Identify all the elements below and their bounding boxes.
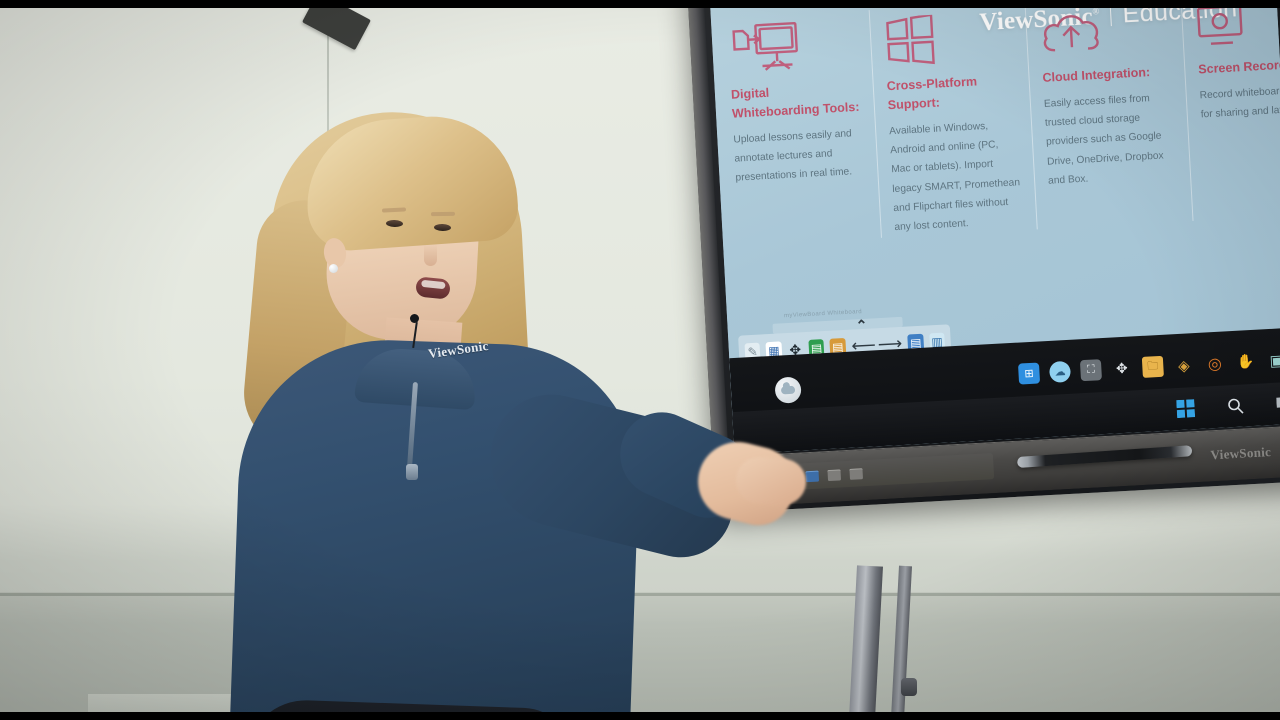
letterbox-bottom (0, 712, 1280, 720)
windows-tile-icon[interactable]: ⊞ (1017, 362, 1041, 385)
windows-logo-icon (883, 3, 1014, 68)
presenter: ViewSonic (188, 92, 808, 720)
whiteboard-hint-label: myViewBoard Whiteboard (783, 308, 863, 320)
move-cursor-icon[interactable]: ✥ (1111, 357, 1133, 379)
bezel-brand-logo: ViewSonic (1210, 444, 1272, 463)
column-heading: Screen Recording: (1197, 56, 1280, 77)
usb-port[interactable] (805, 470, 820, 482)
column-body: Record whiteboard sessions for sharing a… (1199, 83, 1280, 121)
badge-icon[interactable]: ◈ (1173, 354, 1195, 376)
folder-icon[interactable]: 🗀 (1141, 355, 1164, 378)
presentation-slide: ViewSonic® Education Digital Whiteboardi… (708, 0, 1280, 455)
eye-right (433, 223, 452, 232)
eyebrow-right (430, 211, 456, 217)
stylus-pen[interactable] (1016, 445, 1193, 469)
upload-to-display-icon (727, 11, 858, 76)
nose (424, 244, 437, 266)
floating-app-row[interactable]: ⊞ ☁ ⛶ ✥ 🗀 ◈ ◎ ✋ ▣ ✒ ◆ (1017, 346, 1280, 385)
column-heading: Cloud Integration: (1042, 65, 1151, 85)
slide-column-cloud-integration: Cloud Integration: Easily access files f… (1024, 0, 1193, 230)
task-view-icon[interactable] (1273, 391, 1280, 416)
slide-columns: Digital Whiteboarding Tools: Upload less… (727, 0, 1280, 246)
io-port-plate (791, 453, 995, 491)
hand-tool-icon[interactable]: ✋ (1235, 351, 1257, 373)
whiteboard-icon[interactable]: ▣ (1266, 349, 1280, 371)
column-body: Available in Windows, Android and online… (888, 120, 1021, 233)
zipper-pull (406, 464, 418, 480)
eye-left (385, 219, 404, 228)
browser-icon[interactable]: ◎ (1204, 352, 1226, 374)
slide-column-cross-platform: Cross-Platform Support: Available in Win… (868, 1, 1037, 238)
earring (329, 264, 338, 273)
usb-port[interactable] (849, 467, 863, 480)
column-body: Easily access files from trusted cloud s… (1043, 93, 1164, 187)
meeting-icon[interactable]: ☁ (1048, 360, 1072, 383)
column-heading: Cross-Platform Support: (886, 74, 978, 113)
slide-column-screen-recording: Screen Recording: Record whiteboard sess… (1180, 0, 1280, 222)
screen-capture-icon[interactable]: ⛶ (1079, 359, 1103, 382)
display-screen[interactable]: ViewSonic® Education Digital Whiteboardi… (708, 0, 1280, 455)
search-icon[interactable] (1223, 393, 1248, 418)
stand-adjust-knob (901, 678, 917, 696)
start-button-icon[interactable] (1173, 396, 1198, 421)
letterbox-top (0, 0, 1280, 8)
fingers (734, 455, 808, 507)
cloud-upload-icon (1038, 0, 1169, 59)
video-frame: ViewSonic® Education Digital Whiteboardi… (0, 0, 1280, 720)
usb-port[interactable] (827, 468, 842, 481)
